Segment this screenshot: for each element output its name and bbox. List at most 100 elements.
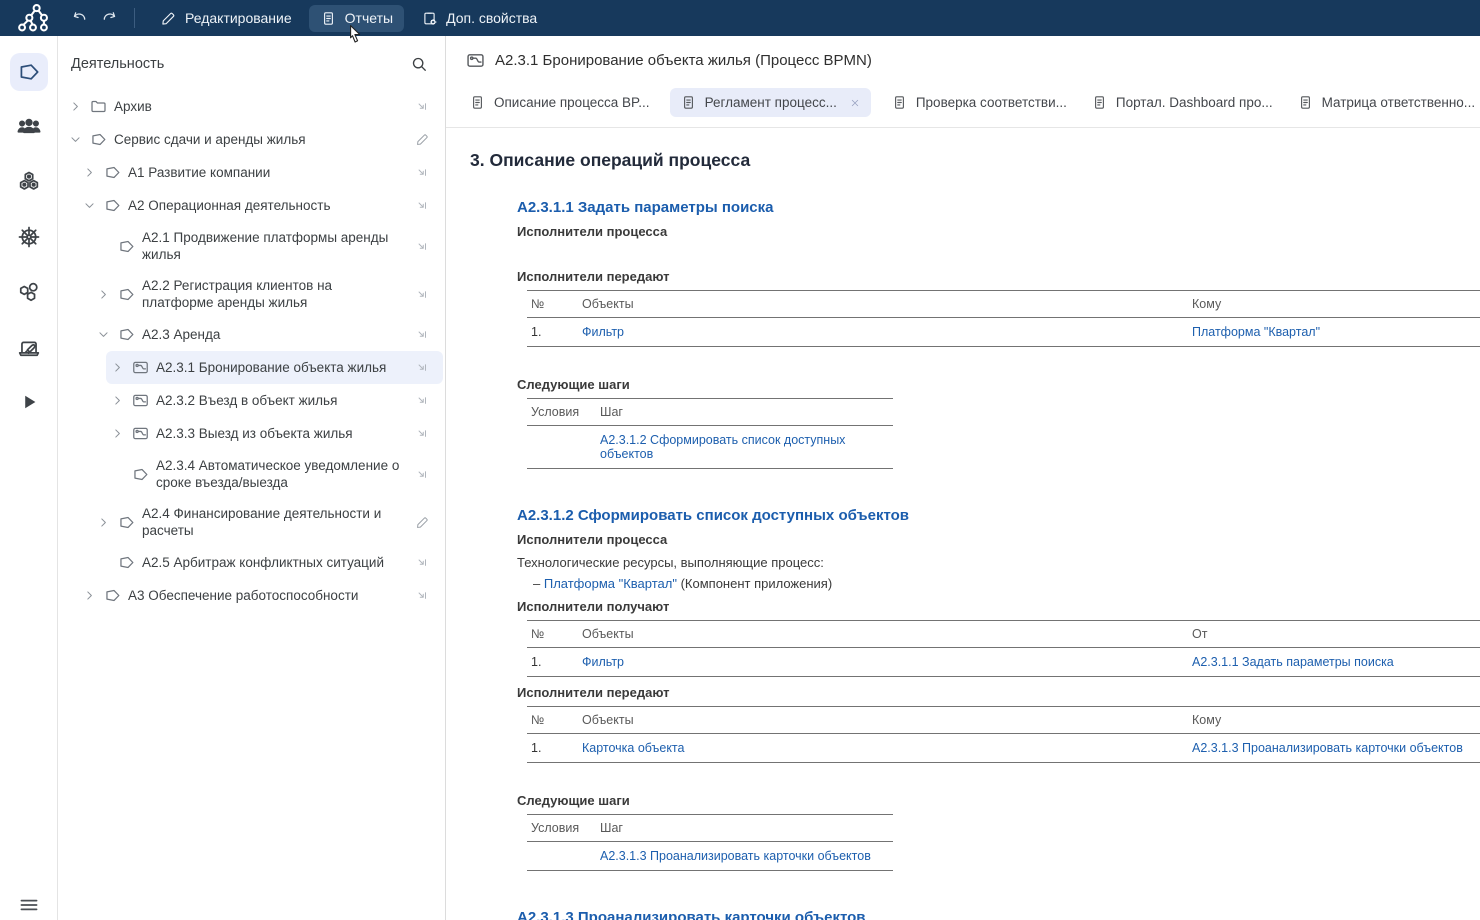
rail-menu-icon[interactable] [10,892,48,918]
tree-item[interactable]: Архив [64,90,443,123]
tree-item-label: А3 Обеспечение работоспособности [125,587,413,604]
rail-hexagons-icon[interactable] [10,163,48,201]
clipboard-gear-icon [421,10,438,27]
table-header-cell: Кому [1188,291,1480,318]
operation-heading: А2.3.1.3 Проанализировать карточки объек… [517,909,1480,920]
tree-item[interactable]: А2.3 Аренда [92,318,443,351]
document-list-item: – Платформа "Квартал" (Компонент приложе… [533,576,1480,591]
chevron-right-icon[interactable] [92,515,114,530]
tab-5[interactable]: Матрица ответственно... [1293,88,1479,117]
tree-item[interactable]: А2.3.2 Въезд в объект жилья [106,384,443,417]
document-link[interactable]: А2.3.1.2 Сформировать список доступных о… [600,433,845,461]
tree-item[interactable]: Сервис сдачи и аренды жилья [64,123,443,156]
activity-tree: АрхивСервис сдачи и аренды жильяА1 Разви… [58,86,445,920]
chevron-right-icon[interactable] [106,360,128,375]
toolbar-button-clipboard-gear[interactable]: Доп. свойства [410,5,548,32]
chevron-right-icon[interactable] [106,426,128,441]
tab-2[interactable]: Регламент процесс... [670,88,871,117]
edit-pencil-icon[interactable] [413,515,431,530]
document-link[interactable]: Фильтр [582,325,624,339]
goto-arrow-icon[interactable] [413,426,431,441]
document-link[interactable]: Платформа "Квартал" [1192,325,1320,339]
document-link[interactable]: А2.3.1.1 Задать параметры поиска [1192,655,1394,669]
rail-rocket-laptop-icon[interactable] [10,328,48,366]
data-table: УсловияШагА2.3.1.3 Проанализировать карт… [527,814,893,871]
table-cell: А2.3.1.2 Сформировать список доступных о… [596,426,893,469]
goto-arrow-icon[interactable] [413,588,431,603]
tree-item[interactable]: А3 Обеспечение работоспособности [78,579,443,612]
tree-item[interactable]: А2 Операционная деятельность [78,189,443,222]
document-label: Следующие шаги [517,377,1480,392]
document-link[interactable]: А2.3.1.3 Проанализировать карточки объек… [600,849,871,863]
rail-users-icon[interactable] [10,108,48,146]
close-icon[interactable] [849,97,861,109]
document-spacer [470,239,1480,261]
chevron-right-icon[interactable] [92,287,114,302]
chevron-down-icon[interactable] [92,327,114,342]
document-link[interactable]: Фильтр [582,655,624,669]
toolbar-button-pencil[interactable]: Редактирование [149,5,303,32]
search-icon[interactable] [409,54,429,74]
bpmn-diagram-icon [128,358,153,377]
goto-arrow-icon[interactable] [413,467,431,482]
tree-item[interactable]: А2.3.3 Выезд из объекта жилья [106,417,443,450]
tree-item[interactable]: А2.2 Регистрация клиентов на платформе а… [92,270,443,318]
chevron-down-icon[interactable] [78,198,100,213]
tree-item[interactable]: А2.3.1 Бронирование объекта жилья [106,351,443,384]
tree-item-label: А2.3 Аренда [139,326,413,343]
tree-item[interactable]: А2.1 Продвижение платформы аренды жилья [92,222,443,270]
chevron-right-icon[interactable] [106,393,128,408]
document-link[interactable]: Карточка объекта [582,741,684,755]
process-flag-icon [100,163,125,182]
table-cell: А2.3.1.3 Проанализировать карточки объек… [596,842,893,871]
table-header-cell: № [527,707,578,734]
goto-arrow-icon[interactable] [413,165,431,180]
tree-item-label: А2.3.3 Выезд из объекта жилья [153,425,413,442]
bpmn-diagram-icon [128,391,153,410]
chevron-down-icon[interactable] [64,132,86,147]
undo-button[interactable] [64,5,94,31]
tab-1[interactable]: Описание процесса BP... [465,88,654,117]
main-header: А2.3.1 Бронирование объекта жилья (Проце… [446,36,1480,71]
document-link[interactable]: А2.3.1.3 Проанализировать карточки объек… [1192,741,1463,755]
goto-arrow-icon[interactable] [413,99,431,114]
rail-play-icon[interactable] [10,383,48,421]
bpmn-diagram-icon [465,50,486,71]
tree-item-label: А2.3.1 Бронирование объекта жилья [153,359,413,376]
tree-item[interactable]: А2.4 Финансирование деятельности и расче… [92,498,443,546]
report-tabs: Описание процесса BP... Регламент процесс… [446,88,1480,117]
goto-arrow-icon[interactable] [413,393,431,408]
table-cell: 1. [527,318,578,347]
tab-3[interactable]: Проверка соответстви... [887,88,1071,117]
goto-arrow-icon[interactable] [413,555,431,570]
table-cell: Карточка объекта [578,734,1188,763]
table-cell [527,842,596,871]
chevron-right-icon[interactable] [78,165,100,180]
edit-pencil-icon[interactable] [413,132,431,147]
tree-header: Деятельность [58,36,445,86]
toolbar-button-report[interactable]: Отчеты [309,5,404,32]
document-link[interactable]: Платформа "Квартал" [544,576,677,591]
chevron-right-icon[interactable] [64,99,86,114]
redo-button[interactable] [94,5,124,31]
goto-arrow-icon[interactable] [413,360,431,375]
pencil-icon [160,10,177,27]
tree-item-label: А2 Операционная деятельность [125,197,413,214]
rail-bottom [0,892,58,918]
goto-arrow-icon[interactable] [413,327,431,342]
rail-process-flag-icon[interactable] [10,53,48,91]
document-label: Исполнители процесса [517,532,1480,547]
chevron-right-icon[interactable] [78,588,100,603]
rail-shapes-cluster-icon[interactable] [10,273,48,311]
top-toolbar: РедактированиеОтчетыДоп. свойства [0,0,1480,36]
tree-item[interactable]: А1 Развитие компании [78,156,443,189]
goto-arrow-icon[interactable] [413,239,431,254]
goto-arrow-icon[interactable] [413,198,431,213]
app-logo-icon[interactable] [16,5,50,31]
tree-item[interactable]: А2.3.4 Автоматическое уведомление о срок… [106,450,443,498]
tab-4[interactable]: Портал. Dashboard про... [1087,88,1277,117]
rail-helm-icon[interactable] [10,218,48,256]
table-header-cell: № [527,291,578,318]
goto-arrow-icon[interactable] [413,287,431,302]
tree-item[interactable]: А2.5 Арбитраж конфликтных ситуаций [92,546,443,579]
